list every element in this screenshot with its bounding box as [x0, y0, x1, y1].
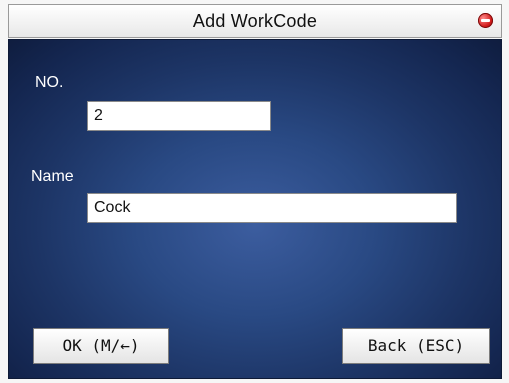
back-button[interactable]: Back (ESC) [342, 328, 490, 364]
no-field[interactable]: 2 [87, 101, 271, 131]
close-icon[interactable] [478, 13, 493, 28]
window-title: Add WorkCode [192, 11, 318, 31]
form-panel: NO. 2 Name Cock OK (M/←) Back (ESC) [8, 39, 502, 379]
ok-button[interactable]: OK (M/←) [33, 328, 169, 364]
name-field[interactable]: Cock [87, 193, 457, 223]
name-label: Name [31, 168, 74, 185]
no-label: NO. [35, 74, 64, 91]
add-workcode-screen: Add WorkCode NO. 2 Name Cock OK (M/←) Ba… [0, 0, 509, 383]
title-bar: Add WorkCode [8, 4, 502, 38]
